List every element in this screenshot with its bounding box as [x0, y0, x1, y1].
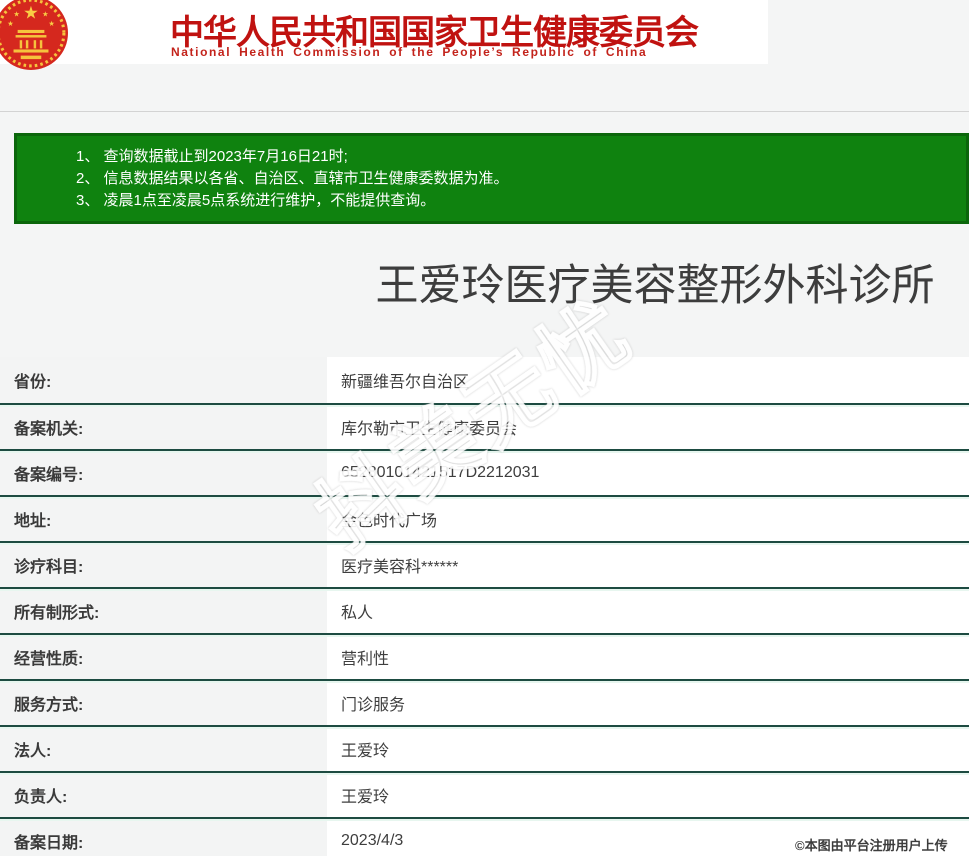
row-value: 65280101421517D2212031 — [327, 451, 969, 495]
table-row: 备案机关: 库尔勒市卫生健康委员会 — [0, 403, 969, 449]
notice-line: 1、 查询数据截止到2023年7月16日21时; — [76, 146, 956, 168]
row-value: 王爱玲 — [327, 727, 969, 771]
row-label: 省份: — [0, 357, 327, 403]
row-label: 法人: — [0, 727, 327, 771]
notice-line: 3、 凌晨1点至凌晨5点系统进行维护，不能提供查询。 — [76, 190, 956, 212]
row-value: 私人 — [327, 589, 969, 633]
svg-text:★: ★ — [13, 10, 19, 19]
row-value: 金色时代广场 — [327, 497, 969, 541]
table-row: 法人: 王爱玲 — [0, 725, 969, 771]
site-header: ★ ★ ★ ★ ★ 中华人民共和国国家卫生健康委员会 National Heal… — [0, 0, 768, 64]
header-divider — [0, 111, 969, 112]
row-label: 负责人: — [0, 773, 327, 817]
row-label: 地址: — [0, 497, 327, 541]
table-row: 所有制形式: 私人 — [0, 587, 969, 633]
svg-text:★: ★ — [48, 19, 54, 28]
svg-text:★: ★ — [23, 3, 39, 23]
row-label: 诊疗科目: — [0, 543, 327, 587]
row-value: 新疆维吾尔自治区 — [327, 357, 969, 403]
china-national-emblem-icon: ★ ★ ★ ★ ★ — [0, 0, 68, 70]
row-value: 门诊服务 — [327, 681, 969, 725]
table-row: 备案编号: 65280101421517D2212031 — [0, 449, 969, 495]
table-row: 负责人: 王爱玲 — [0, 771, 969, 817]
site-title-en: National Health Commission of the People… — [171, 45, 647, 59]
row-label: 备案编号: — [0, 451, 327, 495]
row-value: 营利性 — [327, 635, 969, 679]
table-row: 地址: 金色时代广场 — [0, 495, 969, 541]
row-label: 所有制形式: — [0, 589, 327, 633]
page-title: 王爱玲医疗美容整形外科诊所 — [340, 260, 969, 312]
row-label: 备案日期: — [0, 819, 327, 856]
row-label: 经营性质: — [0, 635, 327, 679]
upload-copyright-stamp: ©本图由平台注册用户上传 — [795, 835, 948, 854]
row-value: 王爱玲 — [327, 773, 969, 817]
svg-text:★: ★ — [42, 10, 48, 19]
table-row: 省份: 新疆维吾尔自治区 — [0, 357, 969, 403]
row-value: 医疗美容科****** — [327, 543, 969, 587]
svg-text:★: ★ — [7, 19, 13, 28]
notice-line: 2、 信息数据结果以各省、自治区、直辖市卫生健康委数据为准。 — [76, 168, 956, 190]
notice-box: 1、 查询数据截止到2023年7月16日21时; 2、 信息数据结果以各省、自治… — [14, 133, 969, 224]
table-row: 诊疗科目: 医疗美容科****** — [0, 541, 969, 587]
table-row: 经营性质: 营利性 — [0, 633, 969, 679]
row-label: 备案机关: — [0, 405, 327, 449]
page: ★ ★ ★ ★ ★ 中华人民共和国国家卫生健康委员会 National Heal… — [0, 0, 969, 856]
row-value: 库尔勒市卫生健康委员会 — [327, 405, 969, 449]
table-row: 服务方式: 门诊服务 — [0, 679, 969, 725]
row-label: 服务方式: — [0, 681, 327, 725]
record-table: 省份: 新疆维吾尔自治区 备案机关: 库尔勒市卫生健康委员会 备案编号: 652… — [0, 357, 969, 856]
